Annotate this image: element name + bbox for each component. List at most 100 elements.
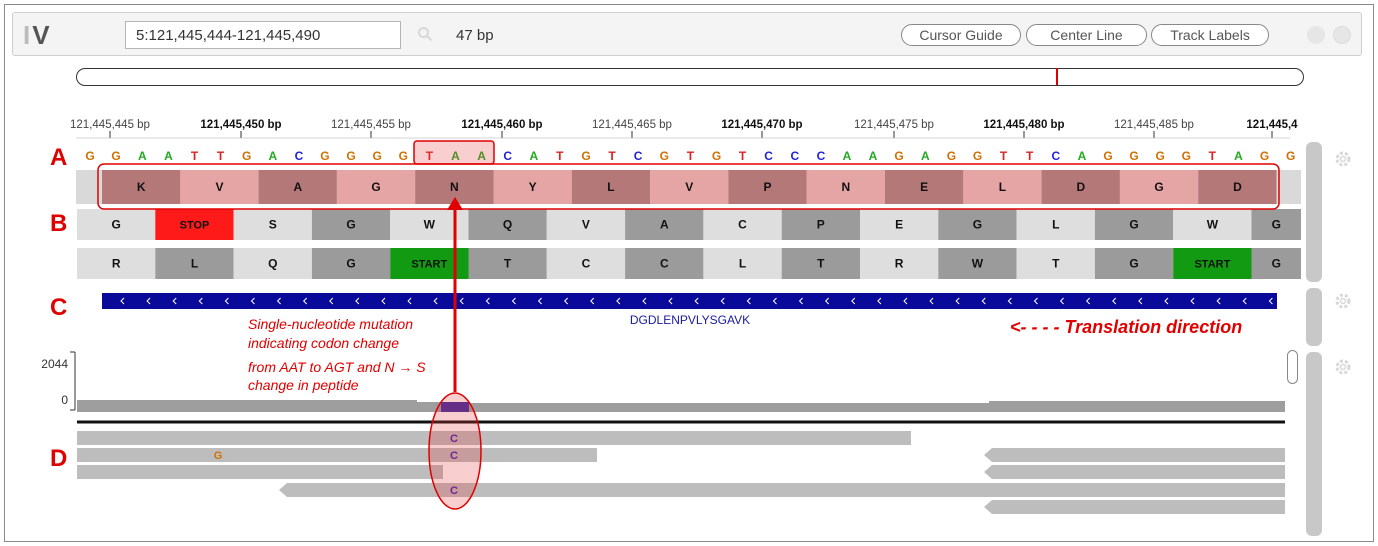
amino-acid-label: Q	[268, 257, 277, 271]
amino-acid-label: G	[1272, 218, 1281, 232]
annotation-label-c: C	[50, 294, 67, 321]
mutation-note-line3: from AAT to AGT and N → S	[248, 359, 426, 375]
codon-highlight-box	[413, 140, 495, 165]
amino-acid-label: E	[895, 218, 903, 232]
sequence-base: C	[503, 149, 512, 163]
sequence-base: G	[399, 149, 408, 163]
sequence-base: A	[843, 149, 852, 163]
read-7	[984, 500, 1285, 514]
sequence-base: A	[921, 149, 930, 163]
sequence-base: T	[217, 149, 225, 163]
amino-acid-label: G	[1272, 257, 1281, 271]
amino-acid-label: V	[215, 180, 223, 194]
ruler-tick-label: 121,445,450 bp	[200, 119, 281, 131]
read-2	[77, 448, 597, 462]
amino-acid-label: V	[685, 180, 693, 194]
sequence-base: G	[373, 149, 382, 163]
amino-acid-label: D	[1076, 180, 1085, 194]
ruler-tick-label: 121,445,480 bp	[983, 119, 1064, 131]
sequence-base: T	[608, 149, 616, 163]
ruler-tick: 121,445,480 bp	[983, 119, 1065, 138]
sequence-base: C	[1051, 149, 1060, 163]
sequence-base: A	[138, 149, 147, 163]
ruler-tick: 121,445,4	[1246, 119, 1298, 138]
sequence-base: G	[1103, 149, 1112, 163]
sequence-base: G	[1182, 149, 1191, 163]
ruler-tick: 121,445,470 bp	[721, 119, 803, 138]
amino-acid-label: G	[1129, 218, 1138, 232]
amino-acid-label: Y	[529, 180, 537, 194]
sequence-track[interactable]: GGAATTGACGGGGTAACATGTCGTGTCCCAAGAGGTTCAG…	[85, 149, 1295, 163]
amino-acid-label: G	[346, 218, 355, 232]
ruler-tick-label: 121,445,470 bp	[721, 119, 802, 131]
amino-acid-label: R	[895, 257, 904, 271]
ruler-track[interactable]: 121,445,445 bp 121,445,450 bp 121,445,455 …	[70, 119, 1298, 139]
amino-acid-label: G	[346, 257, 355, 271]
sequence-base: T	[556, 149, 564, 163]
amino-acid-label: S	[269, 218, 277, 232]
translation-track[interactable]: K V A G N Y L V P N E L D G D G STOP S G W Q V A C P E G L G W G R L Q G ST…	[76, 170, 1301, 279]
genome-tracks: 121,445,445 bp 121,445,450 bp 121,445,455 …	[41, 119, 1301, 514]
ruler-tick-label: 121,445,4	[1246, 119, 1298, 131]
ruler-tick: 121,445,450 bp	[200, 119, 282, 138]
sequence-base: G	[973, 149, 982, 163]
amino-acid-label: D	[1233, 180, 1242, 194]
coverage-max-label: 2044	[41, 357, 68, 371]
sequence-base: G	[111, 149, 120, 163]
sequence-base: G	[660, 149, 669, 163]
amino-acid-label: L	[607, 180, 614, 194]
sequence-base: A	[529, 149, 538, 163]
read-6	[279, 483, 1285, 497]
amino-acid-label: W	[1207, 218, 1219, 232]
amino-acid-label: T	[1052, 257, 1060, 271]
read-1	[77, 431, 911, 445]
sequence-base: C	[817, 149, 826, 163]
ruler-tick-label: 121,445,485 bp	[1114, 119, 1194, 131]
amino-acid-label: N	[841, 180, 850, 194]
amino-acid-label: G	[973, 218, 982, 232]
alignment-reads[interactable]	[77, 431, 1285, 514]
read-5	[984, 465, 1285, 479]
amino-acid-label: STOP	[180, 220, 210, 232]
amino-acid-label: C	[582, 257, 591, 271]
amino-acid-label: A	[660, 218, 669, 232]
mutation-highlight-ellipse	[428, 392, 482, 510]
mutation-note-line1: Single-nucleotide mutation	[248, 316, 413, 332]
ruler-tick: 121,445,485 bp	[1114, 119, 1194, 138]
annotation-label-a: A	[50, 144, 67, 171]
sequence-base: G	[894, 149, 903, 163]
ruler-tick: 121,445,445 bp	[70, 119, 150, 138]
amino-acid-label: R	[112, 257, 121, 271]
mutation-note-line4: change in peptide	[248, 377, 359, 393]
amino-acid-label: C	[738, 218, 747, 232]
sequence-base: T	[1209, 149, 1217, 163]
amino-acid-label: E	[920, 180, 928, 194]
sequence-base: T	[1000, 149, 1008, 163]
amino-acid-label: L	[739, 257, 746, 271]
amino-acid-label: Q	[503, 218, 512, 232]
ruler-tick: 121,445,465 bp	[592, 119, 672, 138]
coverage-bars[interactable]	[77, 400, 1285, 412]
peptide-label: DGDLENPVLYSGAVK	[630, 313, 750, 327]
annotation-label-b: B	[50, 210, 67, 237]
amino-acid-label: W	[972, 257, 984, 271]
sequence-base: G	[1129, 149, 1138, 163]
sequence-base: T	[687, 149, 695, 163]
sequence-base: G	[1286, 149, 1295, 163]
sequence-base: G	[320, 149, 329, 163]
sequence-base: A	[869, 149, 878, 163]
translation-direction-note: <- - - - Translation direction	[1010, 317, 1242, 337]
amino-acid-label: K	[137, 180, 146, 194]
coverage-min-label: 0	[61, 393, 68, 407]
ruler-tick-label: 121,445,445 bp	[70, 119, 150, 131]
amino-acid-label: N	[450, 180, 459, 194]
sequence-base: G	[85, 149, 94, 163]
amino-acid-label: L	[1052, 218, 1059, 232]
amino-acid-label: P	[817, 218, 825, 232]
read-4	[77, 465, 443, 479]
ruler-tick-label: 121,445,455 bp	[331, 119, 411, 131]
sequence-base: G	[346, 149, 355, 163]
sequence-base: G	[712, 149, 721, 163]
ruler-tick: 121,445,475 bp	[854, 119, 934, 138]
ruler-tick-label: 121,445,475 bp	[854, 119, 934, 131]
